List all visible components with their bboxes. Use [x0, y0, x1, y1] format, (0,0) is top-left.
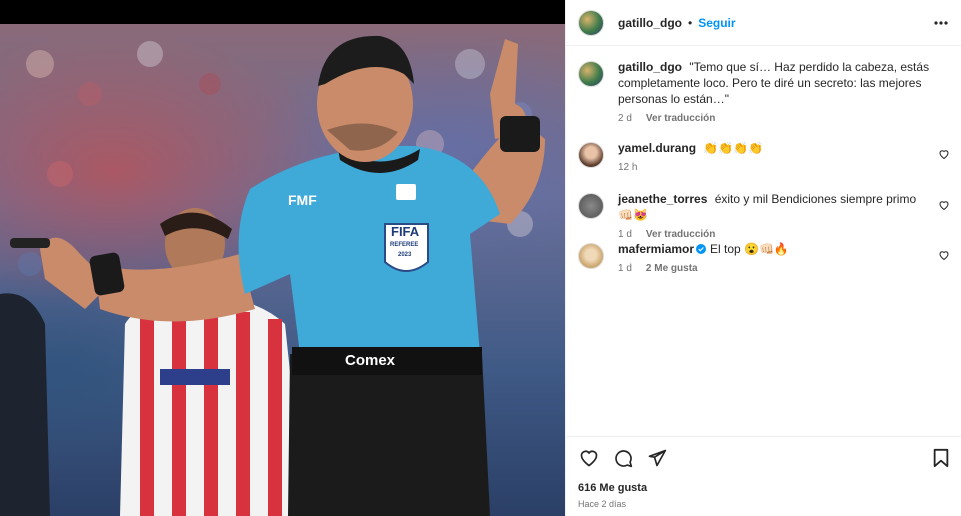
- commenter-username[interactable]: yamel.durang: [618, 141, 696, 155]
- fifa-badge-text: FIFA: [391, 224, 420, 239]
- post-actions-area: 616 Me gusta Hace 2 días: [566, 436, 961, 516]
- commenter-username[interactable]: jeanethe_torres: [618, 192, 707, 206]
- post-timestamp: Hace 2 días: [578, 499, 627, 509]
- comment-icon[interactable]: [612, 447, 634, 469]
- like-heart-icon[interactable]: [578, 447, 600, 469]
- post-photo[interactable]: FMF FIFA REFEREE 2023 Comex: [0, 24, 565, 516]
- sponsor-text: Comex: [345, 352, 396, 369]
- post-likes-count[interactable]: 616 Me gusta: [578, 482, 647, 494]
- comment-like-heart-icon[interactable]: [938, 199, 950, 211]
- comment-age: 12 h: [618, 162, 638, 173]
- referee-badge-text: REFEREE: [390, 242, 419, 248]
- comment-item: mafermiamor El top 😮👊🏻🔥 1 d 2 Me gusta: [578, 241, 950, 274]
- comment-translate-link[interactable]: Ver traducción: [646, 229, 715, 240]
- post-media: FMF FIFA REFEREE 2023 Comex: [0, 0, 565, 516]
- comment-item: jeanethe_torres éxito y mil Bendiciones …: [578, 191, 950, 240]
- shirt-fmf-text: FMF: [288, 192, 317, 208]
- photo-illustration: [0, 35, 545, 516]
- commenter-avatar[interactable]: [578, 142, 604, 168]
- commenter-username[interactable]: mafermiamor: [618, 242, 694, 256]
- commenter-avatar[interactable]: [578, 193, 604, 219]
- header-separator: •: [688, 15, 693, 30]
- action-bar: [578, 447, 668, 469]
- media-top-bar: [0, 0, 565, 24]
- comment-text: El top 😮👊🏻🔥: [710, 242, 789, 256]
- comment-age: 1 d: [618, 263, 632, 274]
- comment-like-heart-icon[interactable]: [938, 249, 950, 261]
- caption-translate-link[interactable]: Ver traducción: [646, 113, 715, 124]
- verified-badge-icon: [696, 244, 707, 254]
- author-username[interactable]: gatillo_dgo: [618, 16, 682, 30]
- more-options-icon[interactable]: [932, 14, 950, 32]
- caption-username[interactable]: gatillo_dgo: [618, 60, 682, 74]
- commenter-avatar[interactable]: [578, 243, 604, 269]
- badge-year-text: 2023: [398, 252, 412, 258]
- comment-item: yamel.durang 👏👏👏👏 12 h: [578, 140, 950, 173]
- author-avatar[interactable]: [578, 9, 604, 36]
- post-header: gatillo_dgo • Seguir: [566, 0, 961, 46]
- comment-age: 1 d: [618, 229, 632, 240]
- comments-list: gatillo_dgo "Temo que sí… Haz perdido la…: [566, 47, 961, 435]
- bookmark-icon[interactable]: [930, 447, 952, 469]
- caption-age: 2 d: [618, 113, 632, 124]
- post-side-panel: gatillo_dgo • Seguir gatillo_dgo "Temo q…: [565, 0, 961, 516]
- comment-likes-count[interactable]: 2 Me gusta: [646, 263, 698, 274]
- follow-button[interactable]: Seguir: [698, 16, 735, 30]
- share-icon[interactable]: [646, 447, 668, 469]
- left-player: [0, 293, 50, 516]
- caption-avatar[interactable]: [578, 61, 604, 87]
- comment-text: 👏👏👏👏: [703, 141, 764, 155]
- comment-like-heart-icon[interactable]: [938, 148, 950, 160]
- caption: gatillo_dgo "Temo que sí… Haz perdido la…: [578, 59, 950, 124]
